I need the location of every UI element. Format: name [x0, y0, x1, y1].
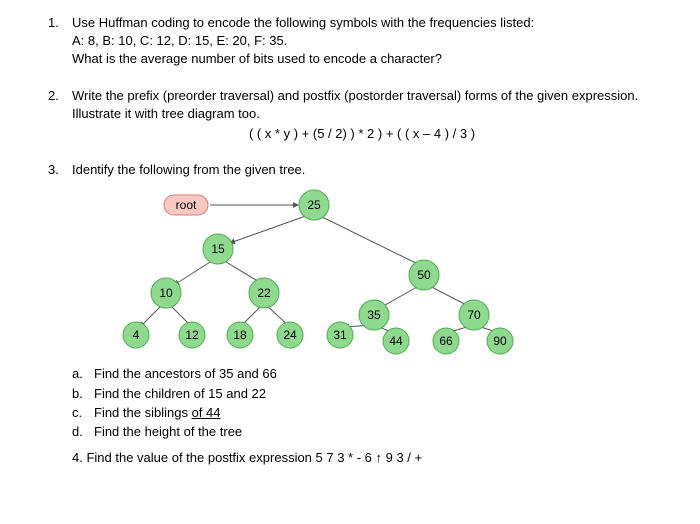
q3-sub-a: a. Find the ancestors of 35 and 66 [72, 365, 652, 383]
node-35: 35 [359, 300, 389, 330]
q2-line1: Write the prefix (preorder traversal) an… [72, 87, 652, 105]
q1-line2: A: 8, B: 10, C: 12, D: 15, E: 20, F: 35. [72, 32, 652, 50]
node-90: 90 [487, 328, 513, 354]
node-22: 22 [249, 278, 279, 308]
svg-text:12: 12 [185, 328, 199, 342]
q3-c-under: of 44 [192, 405, 221, 420]
svg-text:22: 22 [257, 286, 271, 300]
svg-text:66: 66 [439, 334, 453, 348]
tree-diagram: root 25 15 50 10 22 35 70 4 12 18 24 31 … [88, 185, 652, 355]
svg-text:44: 44 [389, 334, 403, 348]
q2-line2: Illustrate it with tree diagram too. [72, 105, 652, 123]
node-24: 24 [277, 322, 303, 348]
node-10: 10 [151, 278, 181, 308]
q3-b-text: Find the children of 15 and 22 [94, 385, 266, 403]
question-4: 4. Find the value of the postfix express… [72, 449, 652, 467]
q3-sub-c: c. Find the siblings of 44 [72, 404, 652, 422]
node-66: 66 [433, 328, 459, 354]
q3-c-letter: c. [72, 404, 94, 422]
svg-text:root: root [176, 198, 197, 212]
q3-d-text: Find the height of the tree [94, 423, 242, 441]
q3-b-letter: b. [72, 385, 94, 403]
question-2: 2. Write the prefix (preorder traversal)… [48, 87, 652, 144]
tree-edges [140, 205, 500, 333]
svg-text:25: 25 [307, 198, 321, 212]
svg-text:4: 4 [133, 328, 140, 342]
q3-sub-b: b. Find the children of 15 and 22 [72, 385, 652, 403]
svg-text:18: 18 [233, 328, 247, 342]
question-1: 1. Use Huffman coding to encode the foll… [48, 14, 652, 69]
q3-c-pre: Find the siblings [94, 405, 192, 420]
q3-sub-d: d. Find the height of the tree [72, 423, 652, 441]
svg-text:24: 24 [283, 328, 297, 342]
tree-root-label: root [164, 195, 208, 215]
svg-text:90: 90 [493, 334, 507, 348]
svg-text:35: 35 [367, 308, 381, 322]
node-18: 18 [227, 322, 253, 348]
tree-svg: root 25 15 50 10 22 35 70 4 12 18 24 31 … [88, 185, 548, 355]
q1-body: Use Huffman coding to encode the followi… [72, 14, 652, 69]
q3-sublist: a. Find the ancestors of 35 and 66 b. Fi… [72, 365, 652, 441]
q1-line1: Use Huffman coding to encode the followi… [72, 14, 652, 32]
q3-a-text: Find the ancestors of 35 and 66 [94, 365, 277, 383]
q3-body: Identify the following from the given tr… [72, 161, 652, 179]
q3-a-letter: a. [72, 365, 94, 383]
svg-text:31: 31 [333, 328, 347, 342]
svg-text:15: 15 [211, 242, 225, 256]
q3-line1: Identify the following from the given tr… [72, 161, 652, 179]
question-3: 3. Identify the following from the given… [48, 161, 652, 179]
node-25: 25 [299, 190, 329, 220]
q2-expression: ( ( x * y ) + (5 / 2) ) * 2 ) + ( ( x – … [72, 125, 652, 143]
node-44: 44 [383, 328, 409, 354]
q3-c-text: Find the siblings of 44 [94, 404, 220, 422]
svg-text:50: 50 [417, 268, 431, 282]
svg-text:10: 10 [159, 286, 173, 300]
node-4: 4 [123, 322, 149, 348]
node-15: 15 [203, 234, 233, 264]
node-50: 50 [409, 260, 439, 290]
q3-d-letter: d. [72, 423, 94, 441]
node-70: 70 [459, 300, 489, 330]
q2-number: 2. [48, 87, 72, 144]
svg-text:70: 70 [467, 308, 481, 322]
q2-body: Write the prefix (preorder traversal) an… [72, 87, 652, 144]
q1-number: 1. [48, 14, 72, 69]
node-31: 31 [327, 322, 353, 348]
node-12: 12 [179, 322, 205, 348]
q3-number: 3. [48, 161, 72, 179]
q1-line3: What is the average number of bits used … [72, 50, 652, 68]
